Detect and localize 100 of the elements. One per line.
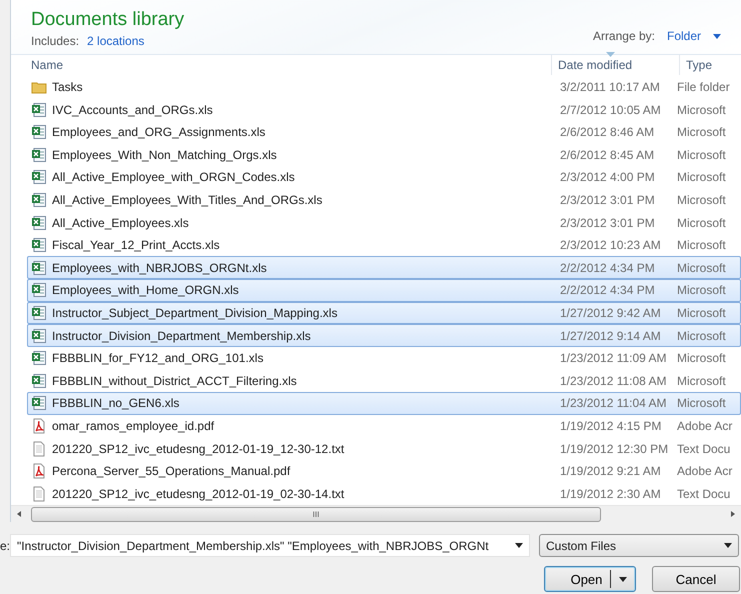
file-type: Text Docu bbox=[676, 486, 732, 501]
file-row[interactable]: FBBBLIN_no_GEN6.xls 1/23/2012 11:04 AM Microsoft bbox=[27, 392, 741, 415]
file-name-label: e: bbox=[0, 538, 10, 552]
file-row[interactable]: Instructor_Division_Department_Membership.xls 1/27/2012 9:14 AM Microsoft bbox=[27, 324, 741, 347]
file-name: All_Active_Employees.xls bbox=[52, 216, 189, 230]
spreadsheet-icon bbox=[31, 260, 47, 276]
file-date: 2/3/2012 3:01 PM bbox=[559, 192, 656, 207]
text-file-icon bbox=[31, 440, 47, 457]
file-name-field[interactable]: "Instructor_Division_Department_Membership.xls" "Employees_with_NBRJOBS_ORGNt bbox=[10, 534, 530, 557]
spreadsheet-icon bbox=[31, 169, 47, 186]
spreadsheet-icon bbox=[31, 237, 47, 254]
file-date: 2/3/2012 3:01 PM bbox=[559, 216, 656, 230]
file-type: Text Docu bbox=[676, 442, 732, 456]
file-row[interactable]: FBBBLIN_for_FY12_and_ORG_101.xls 1/23/2012 11:09 AM Microsoft bbox=[27, 346, 741, 370]
file-name: IVC_Accounts_and_ORGs.xls bbox=[52, 102, 213, 117]
file-type: Microsoft bbox=[676, 148, 727, 162]
file-row[interactable]: Employees_and_ORG_Assignments.xls 2/6/2012 8:46 AM Microsoft bbox=[27, 120, 741, 144]
file-type: Microsoft bbox=[676, 216, 727, 230]
file-date: 2/2/2012 4:34 PM bbox=[559, 283, 656, 298]
file-date: 1/19/2012 9:21 AM bbox=[559, 464, 662, 478]
file-row[interactable]: 201220_SP12_ivc_etudesng_2012-01-19_12-30-12.txt 1/19/2012 12:30 PM Text Docu bbox=[27, 437, 741, 460]
spreadsheet-icon bbox=[31, 395, 47, 412]
open-button[interactable]: Open bbox=[544, 566, 636, 592]
file-name: Percona_Server_55_Operations_Manual.pdf bbox=[52, 464, 290, 478]
file-date: 2/3/2012 4:00 PM bbox=[559, 170, 656, 184]
file-name: Employees_and_ORG_Assignments.xls bbox=[52, 125, 266, 140]
spreadsheet-icon bbox=[31, 192, 47, 208]
file-date: 3/2/2011 10:17 AM bbox=[559, 80, 661, 94]
arrange-dropdown[interactable]: Folder bbox=[666, 29, 701, 43]
file-name: Instructor_Subject_Department_Division_Mapping.xls bbox=[52, 306, 338, 320]
column-header[interactable]: Name bbox=[11, 55, 551, 75]
file-type: Microsoft bbox=[676, 283, 727, 298]
file-type: Microsoft bbox=[676, 260, 727, 275]
spreadsheet-icon bbox=[31, 350, 47, 366]
file-row[interactable]: Percona_Server_55_Operations_Manual.pdf 1/19/2012 9:21 AM Adobe Acr bbox=[27, 460, 741, 482]
file-type: Microsoft bbox=[676, 351, 727, 366]
file-name: All_Active_Employee_with_ORGN_Codes.xls bbox=[52, 170, 295, 184]
file-date: 1/27/2012 9:14 AM bbox=[559, 328, 662, 343]
column-header[interactable]: Type bbox=[679, 55, 739, 75]
file-row[interactable]: Employees_with_Home_ORGN.xls 2/2/2012 4:34 PM Microsoft bbox=[27, 279, 741, 302]
file-name: Employees_With_Non_Matching_Orgs.xls bbox=[52, 148, 277, 162]
caret-icon bbox=[619, 576, 628, 582]
file-row[interactable]: omar_ramos_employee_id.pdf 1/19/2012 4:15 PM Adobe Acr bbox=[27, 414, 741, 438]
file-type: Microsoft bbox=[676, 306, 727, 320]
spreadsheet-icon bbox=[31, 328, 47, 344]
column-header[interactable]: Date modified bbox=[551, 55, 679, 75]
file-type: Microsoft bbox=[676, 170, 727, 184]
file-row[interactable]: Fiscal_Year_12_Print_Accts.xls 2/3/2012 10:23 AM Microsoft bbox=[27, 234, 741, 256]
file-name: Fiscal_Year_12_Print_Accts.xls bbox=[52, 238, 220, 252]
file-name: Employees_with_Home_ORGN.xls bbox=[52, 283, 239, 298]
file-date: 1/27/2012 9:42 AM bbox=[559, 306, 662, 320]
file-name: Employees_with_NBRJOBS_ORGNt.xls bbox=[52, 260, 267, 275]
file-row[interactable]: Employees_with_NBRJOBS_ORGNt.xls 2/2/2012 4:34 PM Microsoft bbox=[27, 256, 741, 280]
file-date: 2/3/2012 10:23 AM bbox=[559, 238, 662, 252]
file-row[interactable]: FBBBLIN_without_District_ACCT_Filtering.xls 1/23/2012 11:08 AM Microsoft bbox=[27, 369, 741, 392]
file-date: 1/19/2012 4:15 PM bbox=[559, 418, 662, 433]
file-type: Microsoft bbox=[676, 192, 727, 207]
pdf-icon bbox=[31, 418, 47, 434]
caret-icon bbox=[724, 543, 732, 548]
file-name: omar_ramos_employee_id.pdf bbox=[52, 418, 214, 433]
file-row[interactable]: Tasks 3/2/2011 10:17 AM File folder bbox=[27, 76, 741, 98]
caret-icon bbox=[713, 34, 721, 38]
spreadsheet-icon bbox=[31, 124, 47, 140]
spreadsheet-icon bbox=[31, 102, 47, 118]
sort-arrow-icon bbox=[606, 52, 615, 58]
scrollbar-thumb[interactable]: III bbox=[31, 506, 601, 522]
file-name: Tasks bbox=[52, 80, 83, 94]
file-name: 201220_SP12_ivc_etudesng_2012-01-19_02-30-14.txt bbox=[52, 486, 344, 501]
file-row[interactable]: 201220_SP12_ivc_etudesng_2012-01-19_02-30-14.txt 1/19/2012 2:30 AM Text Docu bbox=[27, 482, 741, 505]
file-type: Microsoft bbox=[676, 374, 727, 388]
spreadsheet-icon bbox=[31, 372, 47, 389]
file-type: File folder bbox=[676, 80, 731, 94]
spreadsheet-icon bbox=[31, 282, 47, 298]
file-type: Adobe Acr bbox=[676, 418, 734, 433]
file-type-dropdown[interactable]: Custom Files bbox=[539, 534, 739, 557]
file-type: Adobe Acr bbox=[676, 464, 734, 478]
spreadsheet-icon bbox=[31, 146, 47, 163]
file-name: All_Active_Employees_With_Titles_And_ORGs.xls bbox=[52, 192, 322, 207]
text-file-icon bbox=[31, 486, 47, 502]
file-date: 1/23/2012 11:09 AM bbox=[559, 351, 668, 366]
arrange-label: Arrange by: bbox=[592, 29, 655, 43]
cancel-button[interactable]: Cancel bbox=[652, 566, 740, 592]
file-name: FBBBLIN_for_FY12_and_ORG_101.xls bbox=[52, 351, 264, 366]
library-title: Documents library bbox=[31, 8, 184, 32]
caret-icon bbox=[515, 543, 523, 548]
file-date: 1/19/2012 12:30 PM bbox=[559, 442, 670, 456]
file-row[interactable]: All_Active_Employees.xls 2/3/2012 3:01 PM Microsoft bbox=[27, 211, 741, 234]
file-row[interactable]: Instructor_Subject_Department_Division_Mapping.xls 1/27/2012 9:42 AM Microsoft bbox=[27, 302, 741, 324]
file-date: 1/23/2012 11:08 AM bbox=[559, 374, 668, 388]
file-row[interactable]: Employees_With_Non_Matching_Orgs.xls 2/6/2012 8:45 AM Microsoft bbox=[27, 144, 741, 166]
file-row[interactable]: IVC_Accounts_and_ORGs.xls 2/7/2012 10:05 AM Microsoft bbox=[27, 98, 741, 121]
locations-link[interactable]: 2 locations bbox=[87, 34, 144, 48]
file-row[interactable]: All_Active_Employee_with_ORGN_Codes.xls 2/3/2012 4:00 PM Microsoft bbox=[27, 166, 741, 189]
file-type: Microsoft bbox=[676, 238, 727, 252]
file-date: 1/23/2012 11:04 AM bbox=[559, 396, 668, 410]
file-date: 2/2/2012 4:34 PM bbox=[559, 260, 656, 275]
file-row[interactable]: All_Active_Employees_With_Titles_And_ORGs.xls 2/3/2012 3:01 PM Microsoft bbox=[27, 188, 741, 212]
file-name: Instructor_Division_Department_Membership.xls bbox=[52, 328, 311, 343]
file-type: Microsoft bbox=[676, 125, 727, 140]
includes-label: Includes: bbox=[31, 34, 80, 48]
